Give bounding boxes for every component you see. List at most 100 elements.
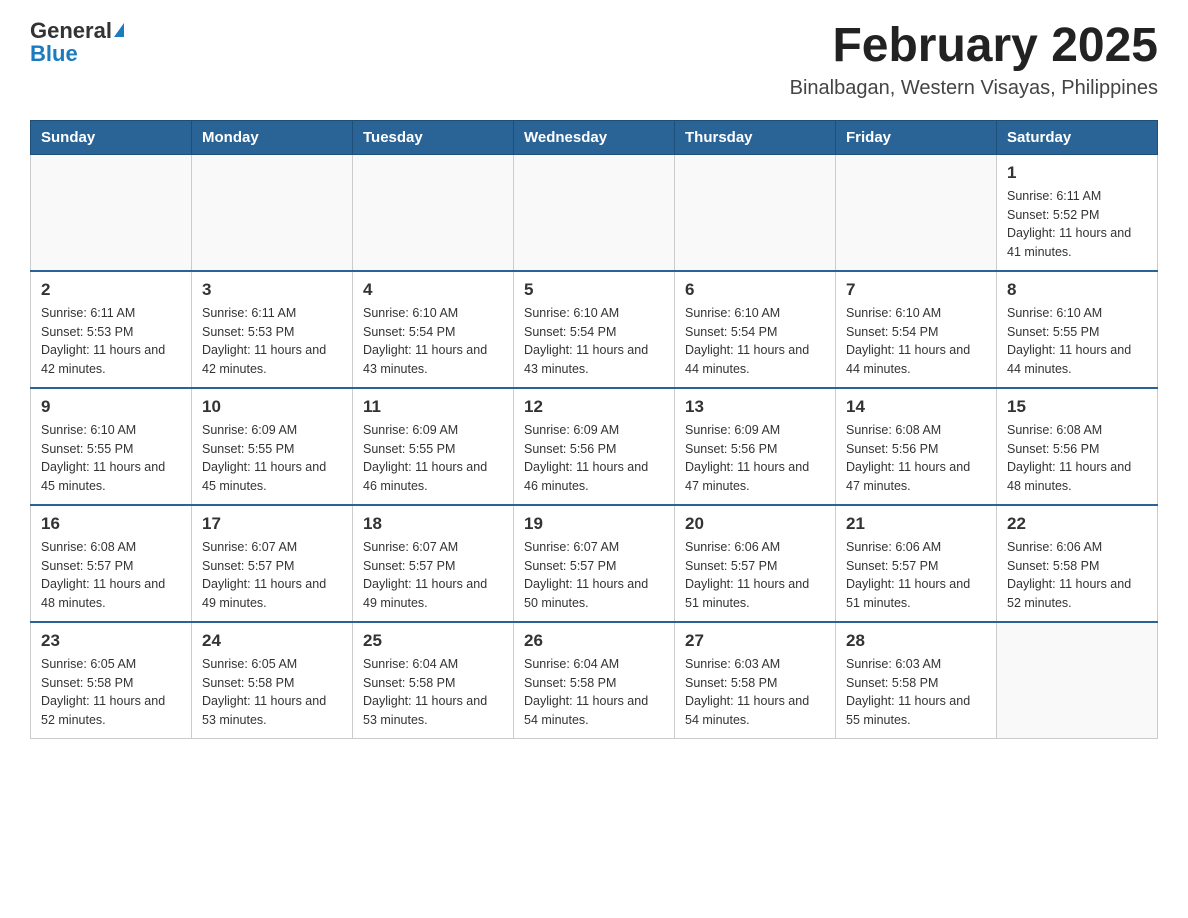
calendar-week-row: 16Sunrise: 6:08 AMSunset: 5:57 PMDayligh… (31, 505, 1158, 622)
day-number: 15 (1007, 397, 1147, 417)
title-block: February 2025 Binalbagan, Western Visaya… (790, 20, 1158, 100)
calendar-cell: 17 Sunrise: 6:07 AMSunset: 5:57 PMDayligh… (192, 505, 353, 622)
calendar-cell: 23 Sunrise: 6:05 AMSunset: 5:58 PMDayligh… (31, 622, 192, 739)
calendar-cell: 13 Sunrise: 6:09 AMSunset: 5:56 PMDayligh… (675, 388, 836, 505)
day-info: Sunrise: 6:10 AMSunset: 5:54 PMDaylight:… (846, 304, 986, 379)
calendar-cell (514, 154, 675, 271)
day-of-week-header: Thursday (675, 120, 836, 154)
calendar-cell: 25Sunrise: 6:04 AMSunset: 5:58 PMDayligh… (353, 622, 514, 739)
day-info: Sunrise: 6:09 AMSunset: 5:56 PMDaylight:… (524, 421, 664, 496)
calendar-cell (31, 154, 192, 271)
day-number: 21 (846, 514, 986, 534)
day-number: 12 (524, 397, 664, 417)
day-number: 3 (202, 280, 342, 300)
calendar-cell: 8 Sunrise: 6:10 AMSunset: 5:55 PMDaylight… (997, 271, 1158, 388)
day-number: 19 (524, 514, 664, 534)
calendar-cell: 3 Sunrise: 6:11 AMSunset: 5:53 PMDaylight… (192, 271, 353, 388)
calendar-cell: 24 Sunrise: 6:05 AMSunset: 5:58 PMDayligh… (192, 622, 353, 739)
day-info: Sunrise: 6:09 AMSunset: 5:56 PMDaylight:… (685, 421, 825, 496)
day-number: 5 (524, 280, 664, 300)
calendar-cell: 10Sunrise: 6:09 AMSunset: 5:55 PMDayligh… (192, 388, 353, 505)
calendar-cell: 5 Sunrise: 6:10 AMSunset: 5:54 PMDaylight… (514, 271, 675, 388)
calendar-week-row: 1 Sunrise: 6:11 AMSunset: 5:52 PMDaylight… (31, 154, 1158, 271)
day-number: 13 (685, 397, 825, 417)
calendar-cell: 4 Sunrise: 6:10 AMSunset: 5:54 PMDaylight… (353, 271, 514, 388)
day-number: 27 (685, 631, 825, 651)
day-number: 22 (1007, 514, 1147, 534)
day-info: Sunrise: 6:10 AMSunset: 5:54 PMDaylight:… (524, 304, 664, 379)
day-number: 6 (685, 280, 825, 300)
calendar-week-row: 2Sunrise: 6:11 AMSunset: 5:53 PMDaylight… (31, 271, 1158, 388)
day-number: 1 (1007, 163, 1147, 183)
calendar-cell (192, 154, 353, 271)
calendar-cell: 21 Sunrise: 6:06 AMSunset: 5:57 PMDayligh… (836, 505, 997, 622)
month-year-title: February 2025 (790, 20, 1158, 73)
day-number: 18 (363, 514, 503, 534)
day-of-week-header: Wednesday (514, 120, 675, 154)
calendar-week-row: 23 Sunrise: 6:05 AMSunset: 5:58 PMDayligh… (31, 622, 1158, 739)
day-of-week-header: Sunday (31, 120, 192, 154)
day-number: 9 (41, 397, 181, 417)
day-info: Sunrise: 6:10 AMSunset: 5:55 PMDaylight:… (1007, 304, 1147, 379)
day-info: Sunrise: 6:08 AMSunset: 5:57 PMDaylight:… (41, 538, 181, 613)
calendar-cell: 27 Sunrise: 6:03 AMSunset: 5:58 PMDayligh… (675, 622, 836, 739)
day-info: Sunrise: 6:07 AMSunset: 5:57 PMDaylight:… (202, 538, 342, 613)
calendar-cell (675, 154, 836, 271)
day-info: Sunrise: 6:05 AMSunset: 5:58 PMDaylight:… (202, 655, 342, 730)
calendar-cell: 28Sunrise: 6:03 AMSunset: 5:58 PMDayligh… (836, 622, 997, 739)
calendar-cell: 9 Sunrise: 6:10 AMSunset: 5:55 PMDaylight… (31, 388, 192, 505)
day-info: Sunrise: 6:06 AMSunset: 5:57 PMDaylight:… (685, 538, 825, 613)
calendar-cell: 12 Sunrise: 6:09 AMSunset: 5:56 PMDayligh… (514, 388, 675, 505)
logo-triangle-icon (114, 23, 124, 37)
day-info: Sunrise: 6:05 AMSunset: 5:58 PMDaylight:… (41, 655, 181, 730)
day-number: 11 (363, 397, 503, 417)
day-number: 17 (202, 514, 342, 534)
day-number: 23 (41, 631, 181, 651)
calendar-table: SundayMondayTuesdayWednesdayThursdayFrid… (30, 120, 1158, 739)
day-number: 7 (846, 280, 986, 300)
day-info: Sunrise: 6:08 AMSunset: 5:56 PMDaylight:… (846, 421, 986, 496)
day-number: 24 (202, 631, 342, 651)
day-info: Sunrise: 6:09 AMSunset: 5:55 PMDaylight:… (202, 421, 342, 496)
calendar-week-row: 9 Sunrise: 6:10 AMSunset: 5:55 PMDaylight… (31, 388, 1158, 505)
calendar-cell: 2Sunrise: 6:11 AMSunset: 5:53 PMDaylight… (31, 271, 192, 388)
calendar-cell (353, 154, 514, 271)
calendar-cell: 20 Sunrise: 6:06 AMSunset: 5:57 PMDayligh… (675, 505, 836, 622)
calendar-cell: 15 Sunrise: 6:08 AMSunset: 5:56 PMDayligh… (997, 388, 1158, 505)
day-info: Sunrise: 6:06 AMSunset: 5:57 PMDaylight:… (846, 538, 986, 613)
calendar-cell: 22 Sunrise: 6:06 AMSunset: 5:58 PMDayligh… (997, 505, 1158, 622)
day-number: 4 (363, 280, 503, 300)
day-info: Sunrise: 6:11 AMSunset: 5:52 PMDaylight:… (1007, 187, 1147, 262)
day-number: 8 (1007, 280, 1147, 300)
day-info: Sunrise: 6:03 AMSunset: 5:58 PMDaylight:… (685, 655, 825, 730)
calendar-cell: 14 Sunrise: 6:08 AMSunset: 5:56 PMDayligh… (836, 388, 997, 505)
day-info: Sunrise: 6:10 AMSunset: 5:55 PMDaylight:… (41, 421, 181, 496)
day-info: Sunrise: 6:10 AMSunset: 5:54 PMDaylight:… (363, 304, 503, 379)
calendar-cell: 26 Sunrise: 6:04 AMSunset: 5:58 PMDayligh… (514, 622, 675, 739)
day-number: 20 (685, 514, 825, 534)
day-number: 26 (524, 631, 664, 651)
calendar-cell: 1 Sunrise: 6:11 AMSunset: 5:52 PMDaylight… (997, 154, 1158, 271)
day-info: Sunrise: 6:07 AMSunset: 5:57 PMDaylight:… (524, 538, 664, 613)
calendar-cell (836, 154, 997, 271)
day-info: Sunrise: 6:04 AMSunset: 5:58 PMDaylight:… (524, 655, 664, 730)
day-info: Sunrise: 6:08 AMSunset: 5:56 PMDaylight:… (1007, 421, 1147, 496)
day-info: Sunrise: 6:11 AMSunset: 5:53 PMDaylight:… (202, 304, 342, 379)
day-info: Sunrise: 6:06 AMSunset: 5:58 PMDaylight:… (1007, 538, 1147, 613)
calendar-cell: 7 Sunrise: 6:10 AMSunset: 5:54 PMDaylight… (836, 271, 997, 388)
day-info: Sunrise: 6:11 AMSunset: 5:53 PMDaylight:… (41, 304, 181, 379)
day-of-week-header: Saturday (997, 120, 1158, 154)
day-info: Sunrise: 6:03 AMSunset: 5:58 PMDaylight:… (846, 655, 986, 730)
day-of-week-header: Friday (836, 120, 997, 154)
day-info: Sunrise: 6:09 AMSunset: 5:55 PMDaylight:… (363, 421, 503, 496)
day-number: 14 (846, 397, 986, 417)
day-info: Sunrise: 6:10 AMSunset: 5:54 PMDaylight:… (685, 304, 825, 379)
day-info: Sunrise: 6:07 AMSunset: 5:57 PMDaylight:… (363, 538, 503, 613)
location-subtitle: Binalbagan, Western Visayas, Philippines (790, 77, 1158, 100)
page-header: General Blue February 2025 Binalbagan, W… (30, 20, 1158, 100)
calendar-cell: 19 Sunrise: 6:07 AMSunset: 5:57 PMDayligh… (514, 505, 675, 622)
logo: General Blue (30, 20, 124, 65)
calendar-cell: 16Sunrise: 6:08 AMSunset: 5:57 PMDayligh… (31, 505, 192, 622)
day-info: Sunrise: 6:04 AMSunset: 5:58 PMDaylight:… (363, 655, 503, 730)
calendar-header-row: SundayMondayTuesdayWednesdayThursdayFrid… (31, 120, 1158, 154)
